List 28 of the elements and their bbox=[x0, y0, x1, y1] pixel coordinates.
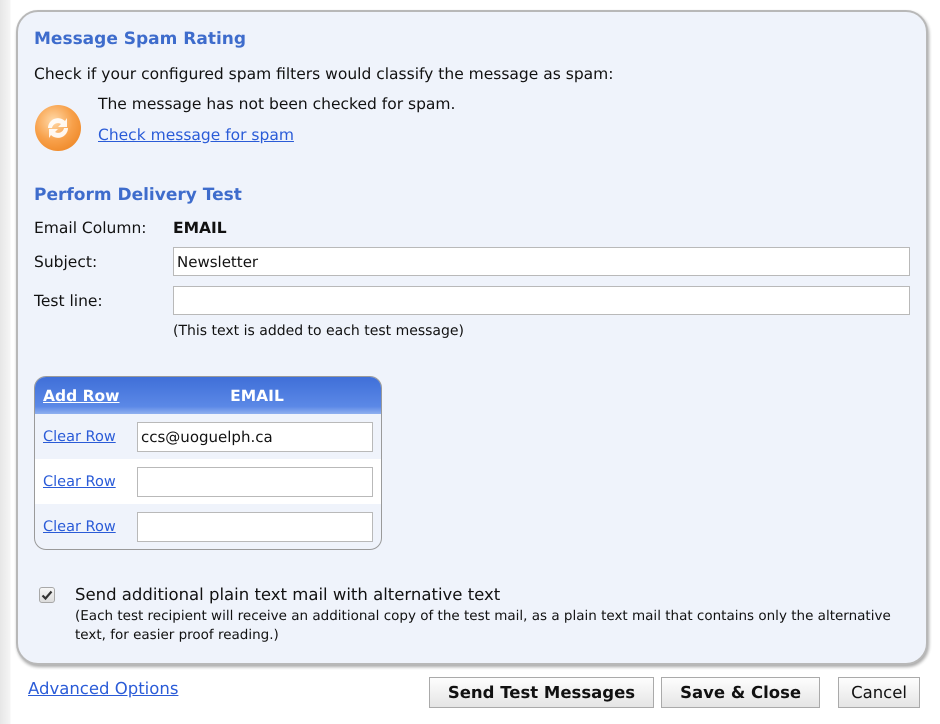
email-field[interactable] bbox=[137, 512, 373, 542]
field-label: Subject: bbox=[34, 252, 98, 270]
add-row-link[interactable]: Add Row bbox=[43, 386, 143, 404]
email-field[interactable] bbox=[137, 466, 373, 496]
check-spam-link[interactable]: Check message for spam bbox=[98, 125, 456, 145]
advanced-options-link[interactable]: Advanced Options bbox=[28, 678, 178, 698]
field-label: Email Column: bbox=[34, 219, 148, 237]
action-button[interactable]: Save & Close bbox=[661, 676, 820, 708]
field-label: Test line: bbox=[34, 292, 104, 310]
action-button[interactable]: Cancel bbox=[838, 676, 920, 708]
action-button[interactable]: Send Test Messages bbox=[428, 676, 654, 708]
clear-row-link[interactable]: Clear Row bbox=[43, 428, 137, 444]
clear-row-link[interactable]: Clear Row bbox=[43, 518, 137, 534]
option-note: (Each test recipient will receive an additional copy of the test mail, as a plain text mail that contains only the alternative text, for easier proof reading.) bbox=[75, 607, 892, 645]
email-field[interactable]: ccs@uoguelph.ca bbox=[137, 422, 373, 452]
hint-text: (This text is added to each test message) bbox=[173, 323, 465, 339]
section-heading: Message Spam Rating bbox=[34, 28, 248, 50]
refresh-icon bbox=[34, 104, 82, 152]
subject-field[interactable]: Newsletter bbox=[173, 247, 910, 276]
checkbox[interactable] bbox=[39, 587, 55, 603]
email-column-value: EMAIL bbox=[173, 219, 228, 237]
status-text: The message has not been checked for spam. bbox=[98, 94, 456, 114]
description-text: Check if your configured spam filters would classify the message as spam: bbox=[34, 64, 614, 84]
test-line-field[interactable] bbox=[173, 286, 910, 315]
section-heading: Perform Delivery Test bbox=[34, 184, 243, 206]
column-header: EMAIL bbox=[229, 386, 285, 404]
checkbox-label: Send additional plain text mail with alternative text bbox=[75, 584, 502, 606]
clear-row-link[interactable]: Clear Row bbox=[43, 474, 137, 490]
